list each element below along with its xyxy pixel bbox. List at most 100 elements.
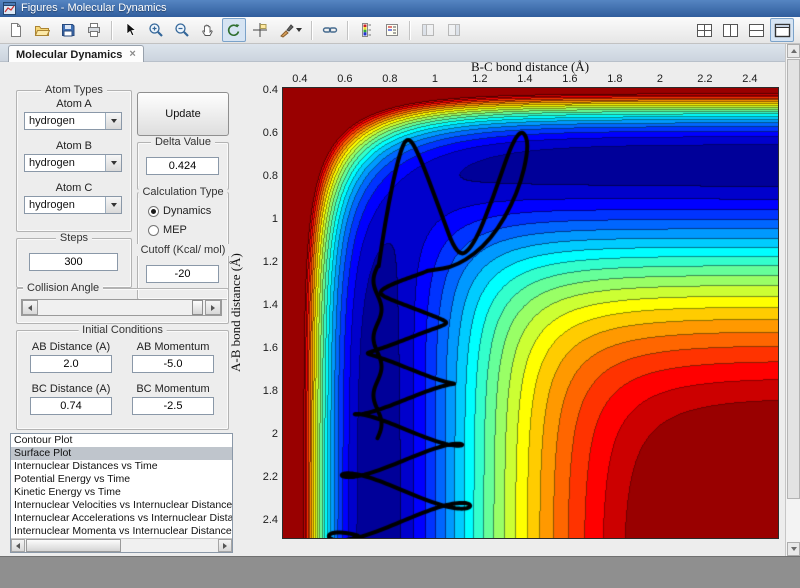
- radio-selected-icon: [148, 206, 159, 217]
- steps-title: Steps: [56, 232, 92, 244]
- list-item[interactable]: Potential Energy vs Time: [11, 473, 232, 486]
- atom-a-value: hydrogen: [25, 115, 105, 127]
- insert-colorbar-button[interactable]: [354, 18, 378, 42]
- slider-left-arrow-icon[interactable]: [22, 300, 38, 315]
- pointer-tool-button[interactable]: [118, 18, 142, 42]
- atom-c-dropdown[interactable]: hydrogen: [24, 196, 122, 214]
- print-figure-button[interactable]: [82, 18, 106, 42]
- collision-angle-panel: Collision Angle: [16, 288, 229, 324]
- atom-a-dropdown[interactable]: hydrogen: [24, 112, 122, 130]
- y-tick-label: 0.8: [246, 170, 278, 182]
- toolbar-separator: [111, 21, 113, 40]
- contour-plot[interactable]: [282, 87, 779, 539]
- steps-panel: Steps: [16, 238, 132, 288]
- list-item[interactable]: Internuclear Momenta vs Internuclear Dis…: [11, 525, 232, 538]
- layout-columns-button[interactable]: [718, 18, 742, 42]
- delta-value-field[interactable]: [146, 157, 219, 175]
- app-icon: [3, 2, 16, 15]
- toolbar-separator: [409, 21, 411, 40]
- atom-c-label: Atom C: [17, 182, 131, 194]
- ab-distance-field[interactable]: [30, 355, 112, 373]
- y-tick-label: 1.8: [246, 385, 278, 397]
- link-plots-button[interactable]: [318, 18, 342, 42]
- bc-distance-label: BC Distance (A): [23, 383, 119, 395]
- dropdown-arrow-icon[interactable]: [105, 113, 121, 129]
- radio-dynamics[interactable]: Dynamics: [148, 205, 211, 217]
- collision-angle-slider[interactable]: [21, 299, 222, 316]
- x-tick-label: 1.8: [595, 73, 635, 85]
- pan-tool-button[interactable]: [196, 18, 220, 42]
- dropdown-arrow-icon[interactable]: [105, 197, 121, 213]
- dropdown-arrow-icon[interactable]: [105, 155, 121, 171]
- tab-label: Molecular Dynamics: [16, 49, 122, 61]
- tab-molecular-dynamics[interactable]: Molecular Dynamics ×: [8, 45, 144, 63]
- atom-b-dropdown[interactable]: hydrogen: [24, 154, 122, 172]
- list-item[interactable]: Kinetic Energy vs Time: [11, 486, 232, 499]
- x-tick-label: 0.8: [370, 73, 410, 85]
- window-bottom-background: [0, 556, 800, 588]
- slider-thumb[interactable]: [192, 300, 203, 315]
- ab-momentum-field[interactable]: [132, 355, 214, 373]
- x-tick-label: 2: [640, 73, 680, 85]
- radio-dynamics-label: Dynamics: [163, 205, 211, 217]
- steps-field[interactable]: [29, 253, 118, 271]
- insert-legend-button[interactable]: [380, 18, 404, 42]
- x-tick-label: 1.6: [550, 73, 590, 85]
- layout-grid-button[interactable]: [692, 18, 716, 42]
- y-tick-label: 0.4: [246, 84, 278, 96]
- plot-type-listbox[interactable]: Contour PlotSurface PlotInternuclear Dis…: [10, 433, 233, 553]
- scroll-right-arrow-icon[interactable]: [218, 539, 232, 552]
- new-figure-button[interactable]: [4, 18, 28, 42]
- brush-data-button[interactable]: [274, 18, 306, 42]
- y-axis-title: A-B bond distance (Å): [228, 88, 244, 538]
- scroll-down-arrow-icon[interactable]: [787, 542, 800, 556]
- list-item[interactable]: Internuclear Distances vs Time: [11, 460, 232, 473]
- update-button[interactable]: Update: [137, 92, 229, 136]
- x-tick-label: 0.6: [325, 73, 365, 85]
- open-file-button[interactable]: [30, 18, 54, 42]
- list-item[interactable]: Surface Plot: [11, 447, 232, 460]
- layout-single-button[interactable]: [770, 18, 794, 42]
- scroll-thumb[interactable]: [26, 539, 121, 552]
- show-plot-tools-button[interactable]: [442, 18, 466, 42]
- figure-vertical-scrollbar[interactable]: [785, 44, 800, 556]
- atom-types-title: Atom Types: [41, 84, 107, 96]
- y-tick-label: 1.4: [246, 299, 278, 311]
- slider-right-arrow-icon[interactable]: [205, 300, 221, 315]
- list-item[interactable]: Internuclear Velocities vs Internuclear …: [11, 499, 232, 512]
- radio-mep-label: MEP: [163, 224, 187, 236]
- y-tick-label: 1.2: [246, 256, 278, 268]
- delta-value-title: Delta Value: [151, 136, 215, 148]
- brush-dropdown-arrow-icon[interactable]: [296, 28, 302, 32]
- titlebar[interactable]: Figures - Molecular Dynamics: [0, 0, 800, 17]
- scroll-up-arrow-icon[interactable]: [787, 44, 800, 58]
- save-figure-button[interactable]: [56, 18, 80, 42]
- cutoff-title: Cutoff (Kcal/ mol): [137, 244, 230, 256]
- zoom-in-button[interactable]: [144, 18, 168, 42]
- tab-close-icon[interactable]: ×: [129, 49, 135, 60]
- layout-buttons-group: [692, 18, 794, 42]
- data-cursor-button[interactable]: [248, 18, 272, 42]
- zoom-out-button[interactable]: [170, 18, 194, 42]
- list-item[interactable]: Internuclear Accelerations vs Internucle…: [11, 512, 232, 525]
- bc-momentum-field[interactable]: [132, 397, 214, 415]
- rotate-3d-button[interactable]: [222, 18, 246, 42]
- scroll-left-arrow-icon[interactable]: [11, 539, 25, 552]
- bc-distance-field[interactable]: [30, 397, 112, 415]
- list-item[interactable]: Contour Plot: [11, 434, 232, 447]
- layout-rows-button[interactable]: [744, 18, 768, 42]
- atom-c-value: hydrogen: [25, 199, 105, 211]
- x-tick-label: 1: [415, 73, 455, 85]
- hide-plot-tools-button[interactable]: [416, 18, 440, 42]
- radio-mep[interactable]: MEP: [148, 224, 187, 236]
- x-tick-label: 2.2: [685, 73, 725, 85]
- x-tick-label: 0.4: [280, 73, 320, 85]
- listbox-horizontal-scrollbar[interactable]: [11, 538, 232, 552]
- initial-conditions-panel: Initial Conditions AB Distance (A) AB Mo…: [16, 330, 229, 430]
- vertical-scroll-thumb[interactable]: [787, 59, 800, 499]
- radio-unselected-icon: [148, 225, 159, 236]
- y-tick-label: 1: [246, 213, 278, 225]
- figures-window: Figures - Molecular Dynamics: [0, 0, 800, 588]
- bc-momentum-label: BC Momentum: [125, 383, 221, 395]
- cutoff-field[interactable]: [146, 265, 219, 283]
